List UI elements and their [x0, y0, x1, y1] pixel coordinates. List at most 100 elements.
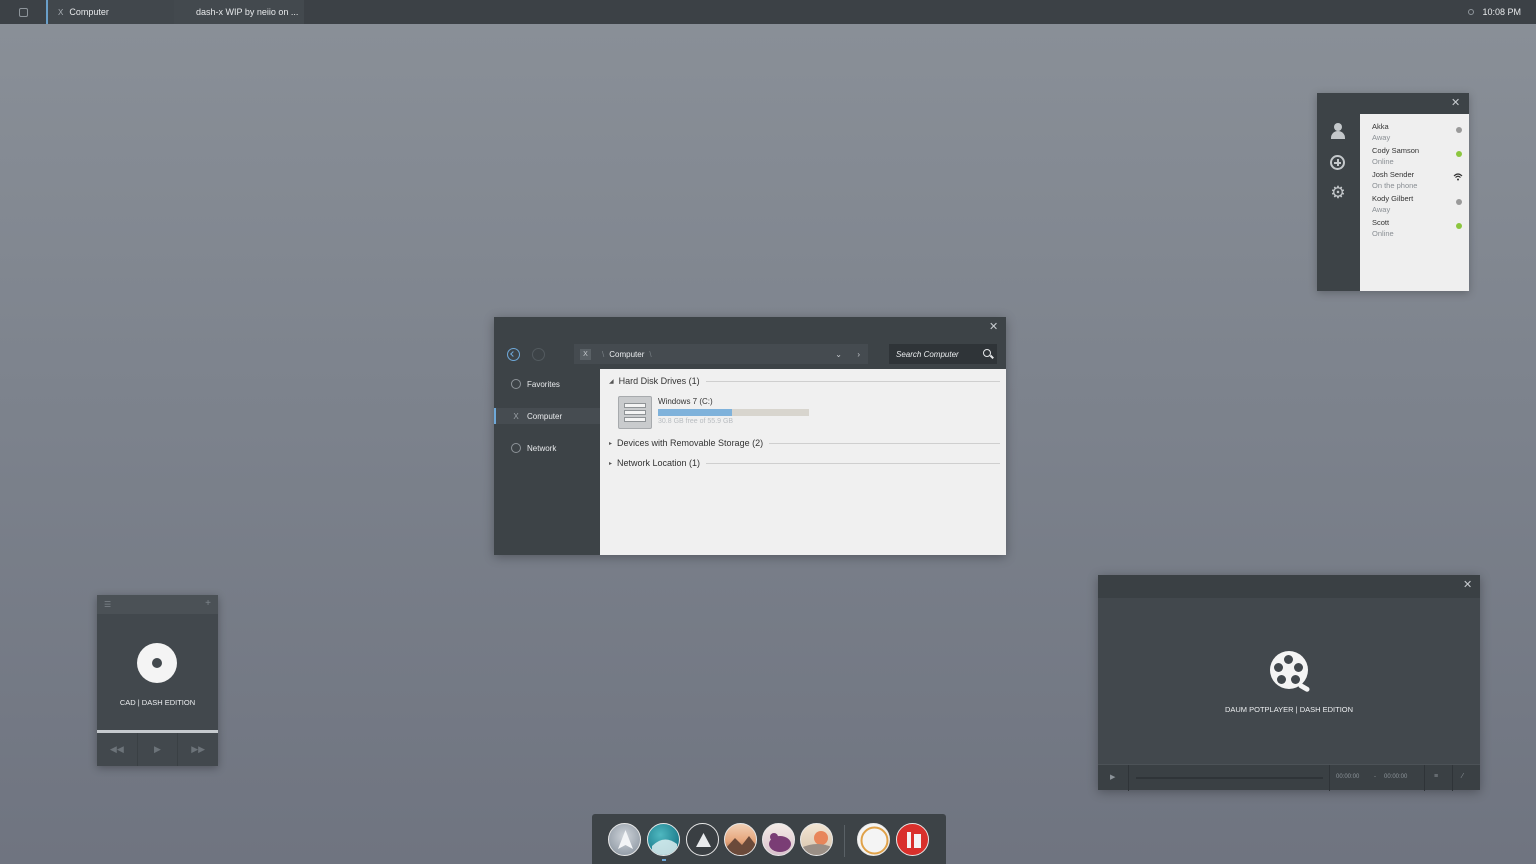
expand-icon[interactable]: ▸: [609, 460, 612, 467]
compass-icon[interactable]: [857, 823, 890, 856]
list-item[interactable]: Akka Away: [1372, 122, 1462, 146]
sidebar-item-favorites[interactable]: Favorites: [494, 376, 600, 392]
expand-icon[interactable]: ▸: [609, 440, 612, 447]
computer-icon: X: [58, 7, 64, 17]
list-item[interactable]: Scott Online: [1372, 218, 1462, 242]
creature-app-icon[interactable]: [762, 823, 795, 856]
cad-titlebar: ☰ +: [97, 595, 218, 614]
group-label: Network Location (1): [617, 458, 701, 468]
divider: [706, 462, 1000, 464]
favorites-icon: [511, 379, 521, 389]
taskbar-item-browser[interactable]: dash-x WIP by neiio on ...: [174, 0, 304, 24]
status-away-icon: [1456, 199, 1462, 205]
contact-status: Away: [1372, 205, 1391, 214]
group-network-location[interactable]: ▸ Network Location (1): [609, 458, 1000, 468]
start-button[interactable]: [0, 0, 46, 24]
menu-icon[interactable]: ☰: [104, 600, 111, 609]
contact-status: Online: [1372, 157, 1394, 166]
equalizer-icon[interactable]: ≡: [1434, 773, 1438, 780]
breadcrumb[interactable]: Computer: [609, 350, 644, 359]
playback-bar: ▶ 00:00:00 - 00:00:00 ≡ ⁄: [1098, 764, 1480, 791]
player-title: DAUM POTPLAYER | DASH EDITION: [1224, 705, 1354, 714]
group-hard-disk-drives[interactable]: ◢ Hard Disk Drives (1): [609, 376, 1000, 386]
sidebar-item-network[interactable]: Network: [494, 440, 600, 456]
browser-icon[interactable]: [647, 823, 680, 856]
contact-status: Online: [1372, 229, 1394, 238]
add-icon[interactable]: +: [205, 598, 211, 609]
start-icon: [18, 7, 28, 17]
computer-icon: X: [580, 348, 591, 360]
volume-icon[interactable]: ⁄: [1462, 773, 1463, 780]
contacts-widget: ✕ ⚙ Akka Away Cody Samson Online Josh Se…: [1317, 93, 1469, 291]
status-online-icon: [1456, 223, 1462, 229]
taskbar: X Computer dash-x WIP by neiio on ... 10…: [0, 0, 1536, 24]
sidebar-item-label: Computer: [527, 411, 563, 421]
status-online-icon: [1456, 151, 1462, 157]
contact-name: Scott: [1372, 218, 1390, 227]
contact-name: Cody Samson: [1372, 146, 1420, 155]
sunset-app-icon[interactable]: [800, 823, 833, 856]
sidebar-item-label: Network: [527, 443, 557, 453]
signal-icon: [1453, 173, 1463, 181]
dock-separator: [844, 825, 845, 857]
clock[interactable]: 10:08 PM: [1482, 7, 1521, 17]
play-button[interactable]: ▶: [138, 733, 179, 766]
playback-controls: ◀◀ ▶ ▶▶: [97, 733, 218, 766]
tray-status-icon[interactable]: [1468, 9, 1475, 15]
next-button[interactable]: ▶▶: [178, 733, 218, 766]
search-icon[interactable]: [983, 349, 991, 357]
user-icon[interactable]: [1329, 122, 1347, 140]
disc-icon: [137, 643, 177, 683]
breadcrumb-separator: \: [602, 349, 605, 359]
close-icon[interactable]: ✕: [989, 322, 998, 333]
sidebar-item-computer[interactable]: X Computer: [494, 408, 600, 424]
drive-free-space: 30.8 GB free of 55.9 GB: [658, 418, 734, 425]
status-away-icon: [1456, 127, 1462, 133]
search-input[interactable]: Search Computer: [889, 344, 997, 364]
expand-icon[interactable]: ◢: [609, 378, 614, 385]
forward-icon[interactable]: [532, 348, 545, 361]
play-icon[interactable]: ▶: [1110, 773, 1115, 781]
potplayer-window: ✕ DAUM POTPLAYER | DASH EDITION ▶ 00:00:…: [1098, 575, 1480, 791]
contact-name: Kody Gilbert: [1372, 194, 1414, 203]
contact-status: On the phone: [1372, 181, 1418, 190]
system-tray: 10:08 PM: [1468, 0, 1521, 24]
search-placeholder: Search Computer: [896, 349, 959, 359]
drive-item[interactable]: Windows 7 (C:) 30.8 GB free of 55.9 GB: [618, 395, 918, 431]
explorer-window: ✕ X \ Computer \ ⌄ › Search Computer Fav…: [494, 317, 1006, 555]
steam-icon[interactable]: [686, 823, 719, 856]
contact-status: Away: [1372, 133, 1391, 142]
film-reel-icon: [1270, 651, 1311, 693]
launcher-icon[interactable]: [608, 823, 641, 856]
group-removable-storage[interactable]: ▸ Devices with Removable Storage (2): [609, 438, 1000, 448]
drive-name: Windows 7 (C:): [658, 397, 713, 406]
chevron-down-icon[interactable]: ⌄: [835, 350, 842, 359]
dock: [592, 814, 946, 864]
taskbar-item-computer[interactable]: X Computer: [46, 0, 174, 24]
cad-player-widget: ☰ + CAD | DASH EDITION ◀◀ ▶ ▶▶: [97, 595, 218, 766]
close-icon[interactable]: ✕: [1451, 98, 1460, 109]
breadcrumb-separator: \: [649, 349, 652, 359]
previous-button[interactable]: ◀◀: [97, 733, 138, 766]
gear-icon[interactable]: ⚙: [1329, 184, 1347, 202]
chevron-right-icon[interactable]: ›: [857, 350, 860, 359]
drive-usage-fill: [658, 409, 732, 416]
desert-app-icon[interactable]: [724, 823, 757, 856]
add-contact-icon[interactable]: [1330, 155, 1345, 170]
back-icon[interactable]: [507, 348, 520, 361]
red-app-icon[interactable]: [896, 823, 929, 856]
seek-bar[interactable]: [1136, 777, 1323, 779]
list-item[interactable]: Kody Gilbert Away: [1372, 194, 1462, 218]
taskbar-item-label: Computer: [69, 7, 109, 17]
contacts-list: Akka Away Cody Samson Online Josh Sender…: [1360, 114, 1469, 291]
contact-name: Josh Sender: [1372, 170, 1415, 179]
taskbar-item-label: dash-x WIP by neiio on ...: [196, 7, 299, 17]
player-title: CAD | DASH EDITION: [119, 698, 196, 707]
list-item[interactable]: Cody Samson Online: [1372, 146, 1462, 170]
list-item[interactable]: Josh Sender On the phone: [1372, 170, 1463, 194]
close-icon[interactable]: ✕: [1463, 580, 1472, 591]
divider: [769, 442, 1000, 444]
address-bar[interactable]: X \ Computer \ ⌄ ›: [574, 344, 868, 364]
potplayer-titlebar: ✕: [1098, 575, 1480, 598]
divider: [705, 380, 1000, 382]
